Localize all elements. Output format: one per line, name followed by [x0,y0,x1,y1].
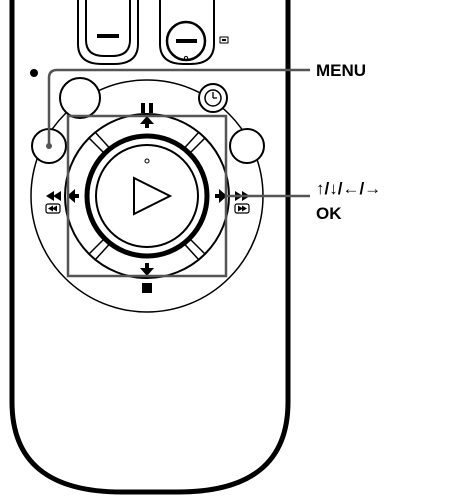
top-left-button[interactable] [77,0,139,65]
menu-label: MENU [316,61,367,80]
right-side-button[interactable] [229,128,265,164]
ok-label: OK [316,204,342,223]
timer-button[interactable] [198,83,228,113]
upper-left-round-button[interactable] [59,77,101,119]
indicator-dot [30,69,38,77]
stop-icon [142,283,152,293]
top-right-button[interactable] [159,0,215,65]
remote-control-diagram [9,0,310,495]
arrows-label: ↑/↓/←/→ [316,179,382,198]
play-button[interactable] [84,133,210,259]
